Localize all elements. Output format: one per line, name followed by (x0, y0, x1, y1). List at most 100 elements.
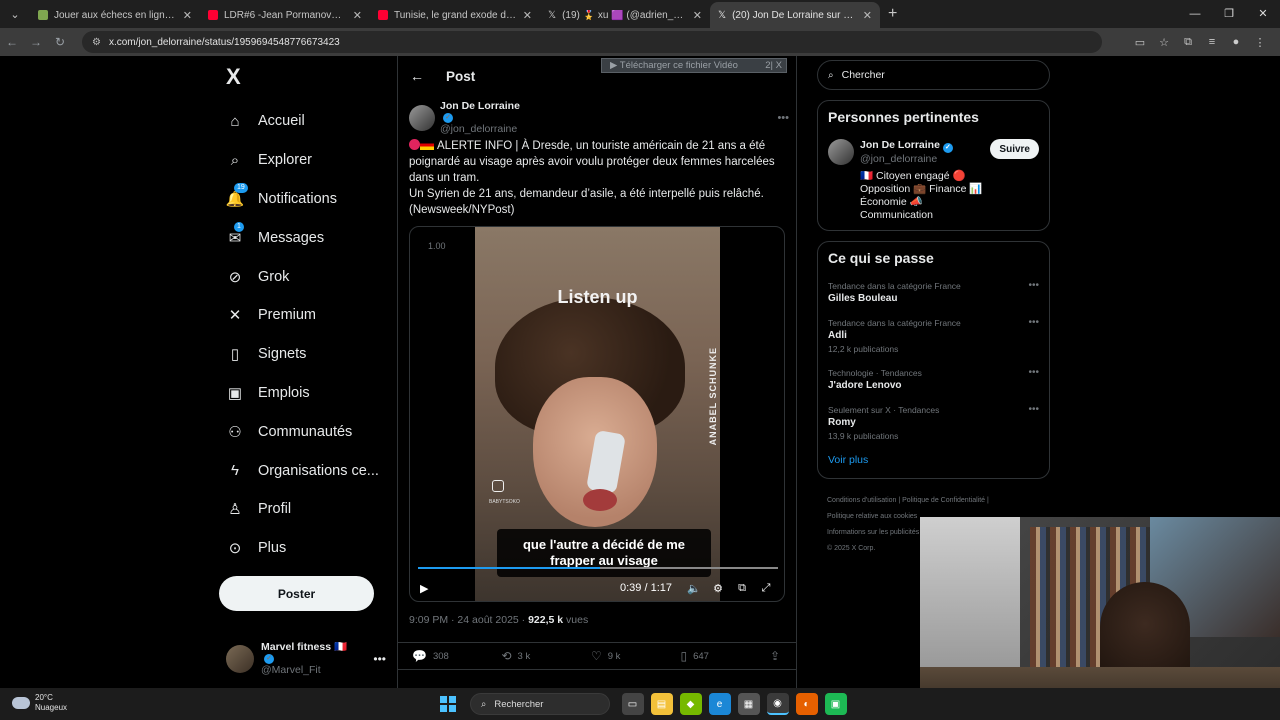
show-more-link[interactable]: Voir plus (828, 454, 1039, 466)
menu-kebab-icon[interactable]: ⋮ (1248, 36, 1272, 49)
x-favicon-icon: 𝕏 (718, 10, 727, 21)
relevant-person[interactable]: Jon De Lorraine ✓ @jon_delorraine 🇫🇷 Cito… (828, 139, 1039, 222)
close-icon[interactable]: ✕ (693, 9, 702, 22)
reply-button[interactable]: 💬 308 (412, 649, 501, 663)
tab-search-icon[interactable]: ⌄ (4, 3, 26, 25)
reload-icon[interactable]: ↻ (48, 35, 72, 49)
post-author[interactable]: Jon De Lorraine ✓ @jon_delorraine ••• (409, 100, 789, 136)
forward-icon[interactable]: → (24, 35, 48, 49)
nav-item-organisations-ce[interactable]: ϟ Organisations ce... (218, 451, 388, 490)
nav-item-messages[interactable]: ✉ 1 Messages (218, 218, 388, 257)
task-view-icon[interactable]: ▭ (621, 693, 644, 715)
footer-links-1[interactable]: Conditions d'utilisation | Politique de … (827, 493, 1050, 509)
nvidia-icon[interactable]: ◆ (679, 693, 702, 715)
share-button[interactable]: ⇪ (770, 649, 786, 663)
repost-button[interactable]: ⟲ 3 k (501, 649, 590, 663)
browser-tab-4[interactable]: 𝕏(19) 🎖️ xu 🟪 (@adrien_bocque✕ (540, 2, 710, 28)
browser-tab-3[interactable]: Tunisie, le grand exode des mé✕ (370, 2, 540, 28)
trend-item[interactable]: Seulement sur X · Tendances Romy 13,9 k pu… (828, 404, 1039, 443)
weather-widget[interactable]: 20°C Nuageux (12, 693, 67, 713)
nav-item-grok[interactable]: ⊘ Grok (218, 257, 388, 296)
cast-icon[interactable]: ▭ (1128, 36, 1152, 49)
edge-icon[interactable]: e (708, 693, 731, 715)
profile-icon: ♙ (228, 501, 242, 519)
instagram-handle: BABYTSOKO (489, 499, 520, 505)
x-logo-icon[interactable]: X (226, 64, 388, 89)
nav-item-emplois[interactable]: ▣ Emplois (218, 374, 388, 413)
windows-start-icon[interactable] (440, 696, 456, 712)
trend-more-icon[interactable]: ••• (1028, 404, 1039, 415)
star-icon[interactable]: ☆ (1152, 36, 1176, 49)
close-window-icon[interactable]: ✕ (1246, 0, 1280, 28)
post-more-icon[interactable]: ••• (777, 112, 789, 124)
search-input[interactable] (841, 69, 1022, 81)
minimize-icon[interactable]: — (1178, 0, 1212, 28)
red-circle-icon (409, 139, 420, 150)
trend-more-icon[interactable]: ••• (1028, 317, 1039, 328)
post-button[interactable]: Poster (219, 576, 374, 611)
play-icon[interactable]: ▶ (420, 582, 428, 595)
avatar (828, 139, 854, 165)
maximize-icon[interactable]: ❐ (1212, 0, 1246, 28)
new-tab-icon[interactable]: + (888, 5, 897, 23)
close-icon[interactable]: ✕ (353, 9, 362, 22)
app-green-icon[interactable]: ▣ (824, 693, 847, 715)
browser-tab-1[interactable]: Jouer aux échecs en ligne contr✕ (30, 2, 200, 28)
bookmark-button[interactable]: ▯ 647 (680, 649, 769, 663)
trend-name: J'adore Lenovo (828, 380, 902, 391)
nav-item-premium[interactable]: ✕ Premium (218, 296, 388, 335)
fullscreen-icon[interactable]: ⤢ (754, 582, 778, 595)
browser-tab-5-active[interactable]: 𝕏(20) Jon De Lorraine sur X : "🔴✕ (710, 2, 880, 28)
volume-icon[interactable]: 🔈 (682, 582, 706, 595)
close-icon[interactable]: ✕ (183, 9, 192, 22)
url-field[interactable]: ⚙ x.com/jon_delorraine/status/1959694548… (82, 31, 1102, 53)
person-handle: @jon_delorraine (860, 153, 938, 165)
extensions-icon[interactable]: ⧉ (1176, 36, 1200, 49)
chess-favicon-icon (38, 10, 48, 20)
video-watermark: ANABEL SCHUNKE (708, 347, 718, 446)
download-video-bar[interactable]: ▶ Télécharger ce fichier Vidéo 2| X (601, 58, 787, 73)
file-explorer-icon[interactable]: ▤ (650, 693, 673, 715)
browser-tab-2[interactable]: LDR#6 -Jean Pormanove - Enqu✕ (200, 2, 370, 28)
follow-button[interactable]: Suivre (990, 139, 1039, 159)
search-box[interactable]: ⌕ (817, 60, 1050, 90)
nav-item-notifications[interactable]: 🔔 19 Notifications (218, 180, 388, 219)
nav-item-accueil[interactable]: ⌂ Accueil (218, 102, 388, 141)
settings-gear-icon[interactable]: ⚙ (706, 582, 730, 595)
back-arrow-icon[interactable]: ← (410, 68, 424, 84)
x-premium-icon: ✕ (228, 307, 242, 325)
trend-name: Adli (828, 330, 847, 341)
nav-item-communautés[interactable]: ⚇ Communautés (218, 412, 388, 451)
trend-item[interactable]: Tendance dans la catégorie France Gilles … (828, 280, 1039, 306)
site-info-icon[interactable]: ⚙ (92, 37, 101, 48)
profile-avatar-icon[interactable]: ● (1224, 36, 1248, 49)
bookmark-icon: ▯ (680, 649, 688, 663)
download-bar-close[interactable]: 2| X (761, 60, 786, 71)
nav-item-explorer[interactable]: ⌕ Explorer (218, 141, 388, 180)
pip-icon[interactable]: ⧉ (730, 582, 754, 595)
trend-more-icon[interactable]: ••• (1028, 280, 1039, 291)
taskbar-search[interactable]: ⌕ Rechercher (470, 693, 610, 715)
close-icon[interactable]: ✕ (863, 9, 872, 22)
page-title: Post (446, 68, 476, 84)
video-progress-bar[interactable] (418, 567, 778, 569)
more-dots-icon[interactable]: ••• (373, 652, 386, 666)
store-icon[interactable]: ▦ (737, 693, 760, 715)
firefox-icon[interactable]: ◐ (795, 693, 818, 715)
author-name: Jon De Lorraine ✓ (440, 100, 520, 123)
back-icon[interactable]: ← (0, 35, 24, 49)
trend-item[interactable]: Technologie · Tendances J'adore Lenovo ••• (828, 367, 1039, 393)
chrome-icon[interactable]: ◉ (766, 693, 789, 715)
trend-item[interactable]: Tendance dans la catégorie France Adli 12,… (828, 317, 1039, 356)
nav-item-plus[interactable]: ⊙ Plus (218, 529, 388, 568)
trend-more-icon[interactable]: ••• (1028, 367, 1039, 378)
more-circle-icon: ⊙ (228, 540, 242, 558)
like-button[interactable]: ♡ 9 k (591, 649, 680, 663)
trend-category: Tendance dans la catégorie France (828, 281, 961, 291)
nav-item-signets[interactable]: ▯ Signets (218, 335, 388, 374)
video-player[interactable]: 1.00 Listen up ANABEL SCHUNKE BABYTSOKO … (409, 226, 785, 602)
account-switcher[interactable]: Marvel fitness 🇫🇷 ✓ @Marvel_Fit ••• (226, 641, 386, 676)
nav-item-profil[interactable]: ♙ Profil (218, 490, 388, 529)
reading-list-icon[interactable]: ≡ (1200, 36, 1224, 49)
close-icon[interactable]: ✕ (523, 9, 532, 22)
